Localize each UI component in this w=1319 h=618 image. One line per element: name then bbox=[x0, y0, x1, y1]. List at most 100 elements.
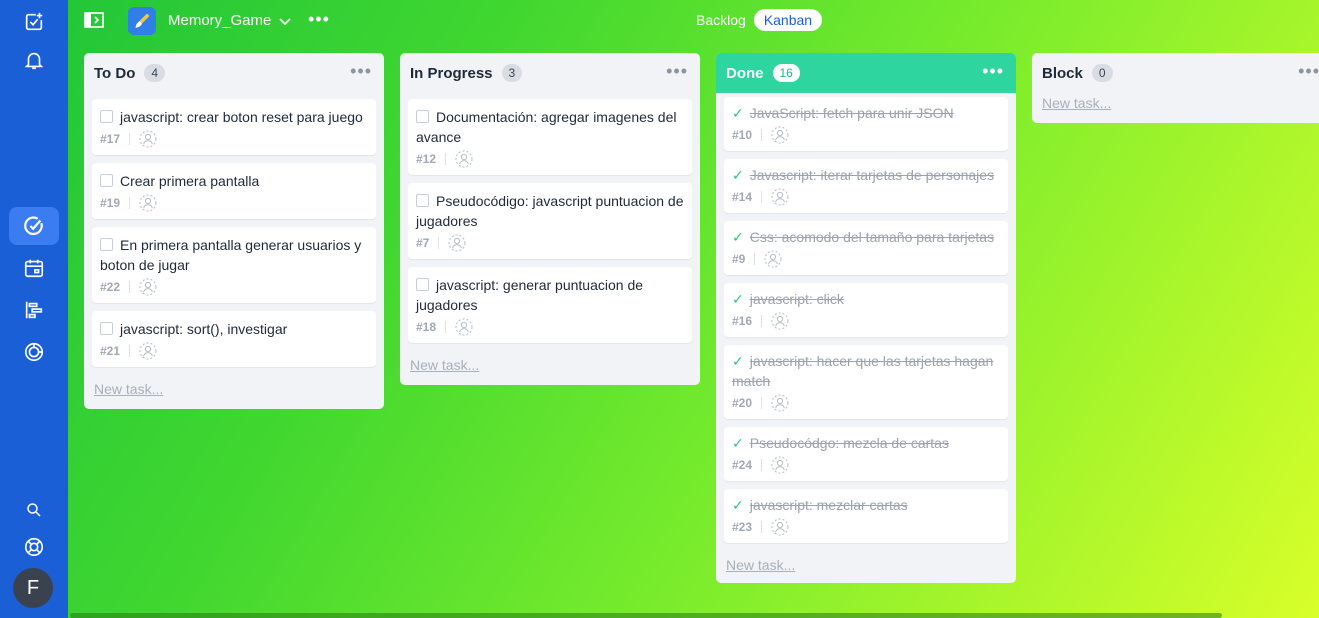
paintbrush-icon bbox=[135, 13, 150, 28]
task-card[interactable]: Pseudocódigo: javascript puntuacion de j… bbox=[408, 183, 692, 259]
assignee-icon[interactable] bbox=[455, 150, 473, 168]
check-icon[interactable]: ✓ bbox=[732, 433, 744, 453]
task-id: #20 bbox=[732, 396, 753, 410]
check-icon[interactable]: ✓ bbox=[732, 103, 744, 123]
assignee-icon[interactable] bbox=[771, 518, 789, 536]
avatar[interactable]: F bbox=[13, 568, 53, 608]
task-card[interactable]: javascript: generar puntuacion de jugado… bbox=[408, 267, 692, 343]
add-task-icon[interactable] bbox=[9, 3, 59, 41]
assignee-icon[interactable] bbox=[771, 394, 789, 412]
column-count: 16 bbox=[772, 64, 800, 82]
task-card[interactable]: ✓ javascript: hacer que las tarjetas haga… bbox=[724, 345, 1008, 419]
task-card[interactable]: ✓ javascript: click #16 bbox=[724, 283, 1008, 337]
gantt-icon[interactable] bbox=[9, 291, 59, 329]
task-card[interactable]: En primera pantalla generar usuarios y b… bbox=[92, 227, 376, 303]
assignee-icon[interactable] bbox=[139, 278, 157, 296]
assignee-icon[interactable] bbox=[771, 126, 789, 144]
more-icon[interactable]: ••• bbox=[982, 62, 1004, 80]
check-icon[interactable]: ✓ bbox=[732, 227, 744, 247]
lifebuoy-icon[interactable] bbox=[9, 528, 59, 566]
task-title: javascript: generar puntuacion de jugado… bbox=[416, 277, 644, 313]
task-title: javascript: click bbox=[749, 291, 844, 307]
check-icon[interactable]: ✓ bbox=[732, 289, 744, 309]
column-block: Block 0 ••• New task... bbox=[1032, 53, 1319, 123]
search-icon[interactable] bbox=[9, 491, 59, 529]
check-icon[interactable]: ✓ bbox=[732, 165, 744, 185]
assignee-icon[interactable] bbox=[764, 250, 782, 268]
task-checkbox[interactable] bbox=[100, 322, 113, 335]
assignee-icon[interactable] bbox=[771, 188, 789, 206]
more-icon[interactable]: ••• bbox=[1298, 62, 1319, 80]
tab-kanban[interactable]: Kanban bbox=[753, 9, 823, 31]
calendar-icon[interactable] bbox=[9, 249, 59, 287]
task-title: JavaScript: fetch para unir JSON bbox=[749, 105, 954, 121]
bell-icon[interactable] bbox=[9, 41, 59, 79]
task-id: #24 bbox=[732, 458, 753, 472]
check-circle-icon[interactable] bbox=[9, 207, 59, 245]
column-header: Done 16 ••• bbox=[716, 53, 1016, 93]
task-checkbox[interactable] bbox=[416, 110, 429, 123]
chevron-down-icon[interactable] bbox=[278, 14, 292, 28]
task-title: Crear primera pantalla bbox=[120, 173, 260, 189]
project-icon[interactable] bbox=[128, 7, 156, 35]
task-title: javascript: crear boton reset para juego bbox=[120, 109, 363, 125]
task-title: En primera pantalla generar usuarios y b… bbox=[100, 237, 362, 273]
horizontal-scrollbar[interactable] bbox=[70, 613, 1222, 618]
task-checkbox[interactable] bbox=[416, 278, 429, 291]
new-task-link[interactable]: New task... bbox=[400, 351, 700, 385]
assignee-icon[interactable] bbox=[771, 312, 789, 330]
task-checkbox[interactable] bbox=[100, 174, 113, 187]
task-card[interactable]: javascript: sort(), investigar #21 bbox=[92, 311, 376, 367]
column-title: Done bbox=[726, 64, 764, 82]
task-card[interactable]: ✓ Pseudocódgo: mezcla de cartas #24 bbox=[724, 427, 1008, 481]
task-id: #17 bbox=[100, 132, 121, 146]
task-card[interactable]: ✓ Css: acomodo del tamaño para tarjetas #… bbox=[724, 221, 1008, 275]
task-title: javascript: sort(), investigar bbox=[120, 321, 288, 337]
task-checkbox[interactable] bbox=[416, 194, 429, 207]
assignee-icon[interactable] bbox=[139, 130, 157, 148]
task-checkbox[interactable] bbox=[100, 110, 113, 123]
task-card[interactable]: ✓ Javascript: iterar tarjetas de personaj… bbox=[724, 159, 1008, 213]
new-task-link[interactable]: New task... bbox=[716, 551, 1016, 583]
pie-chart-icon[interactable] bbox=[9, 333, 59, 371]
more-icon[interactable]: ••• bbox=[666, 62, 688, 80]
column-count: 4 bbox=[144, 64, 166, 82]
column-title: In Progress bbox=[410, 64, 493, 82]
task-id: #7 bbox=[416, 236, 430, 250]
task-card[interactable]: Documentación: agregar imagenes del avan… bbox=[408, 99, 692, 175]
task-id: #18 bbox=[416, 320, 437, 334]
check-icon[interactable]: ✓ bbox=[732, 495, 744, 515]
task-title: javascript: hacer que las tarjetas hagan… bbox=[732, 353, 994, 389]
task-card[interactable]: ✓ JavaScript: fetch para unir JSON #10 bbox=[724, 97, 1008, 151]
assignee-icon[interactable] bbox=[455, 318, 473, 336]
new-task-link[interactable]: New task... bbox=[84, 375, 384, 409]
panel-toggle-icon[interactable] bbox=[84, 12, 104, 28]
column-title: To Do bbox=[94, 64, 136, 82]
assignee-icon[interactable] bbox=[448, 234, 466, 252]
task-title: Pseudocódgo: mezcla de cartas bbox=[749, 435, 949, 451]
column-title: Block bbox=[1042, 64, 1083, 82]
new-task-link[interactable]: New task... bbox=[1032, 93, 1319, 123]
project-name[interactable]: Memory_Game bbox=[168, 12, 271, 29]
task-id: #9 bbox=[732, 252, 746, 266]
task-checkbox[interactable] bbox=[100, 238, 113, 251]
column-done: Done 16 ••• ✓ JavaScript: fetch para unir… bbox=[716, 53, 1016, 583]
more-icon[interactable]: ••• bbox=[308, 10, 330, 28]
column-in-progress: In Progress 3 ••• Documentación: agregar… bbox=[400, 53, 700, 385]
more-icon[interactable]: ••• bbox=[350, 62, 372, 80]
check-icon[interactable]: ✓ bbox=[732, 351, 744, 371]
task-title: Documentación: agregar imagenes del avan… bbox=[416, 109, 677, 145]
assignee-icon[interactable] bbox=[139, 342, 157, 360]
task-card[interactable]: javascript: crear boton reset para juego… bbox=[92, 99, 376, 155]
tab-backlog[interactable]: Backlog bbox=[696, 9, 746, 31]
task-card[interactable]: ✓ javascript: mezclar cartas #23 bbox=[724, 489, 1008, 543]
assignee-icon[interactable] bbox=[139, 194, 157, 212]
task-id: #12 bbox=[416, 152, 437, 166]
task-card[interactable]: Crear primera pantalla #19 bbox=[92, 163, 376, 219]
column-count: 0 bbox=[1091, 64, 1113, 82]
column-header: To Do 4 ••• bbox=[84, 53, 384, 93]
task-id: #22 bbox=[100, 280, 121, 294]
assignee-icon[interactable] bbox=[771, 456, 789, 474]
task-title: Css: acomodo del tamaño para tarjetas bbox=[749, 229, 995, 245]
view-switch: Backlog Kanban bbox=[696, 9, 823, 31]
